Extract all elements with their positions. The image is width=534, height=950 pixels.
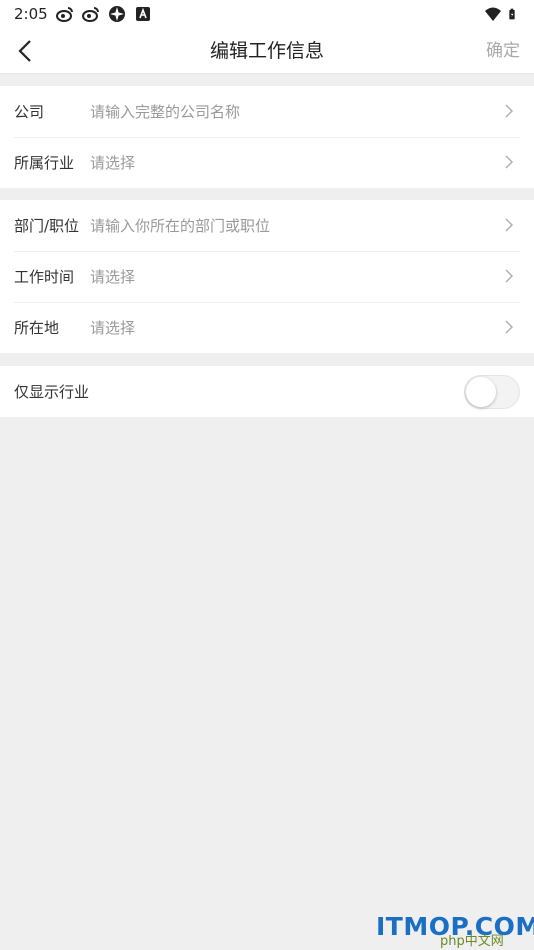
position-group: 部门/职位 请输入你所在的部门或职位 工作时间 请选择 所在地 请选择: [0, 200, 534, 353]
weibo-icon: [55, 7, 73, 22]
work-time-row[interactable]: 工作时间 请选择: [0, 251, 534, 302]
chevron-right-icon: [505, 218, 514, 232]
only-show-industry-row: 仅显示行业: [0, 366, 534, 417]
battery-icon: [509, 8, 515, 20]
chevron-right-icon: [505, 104, 514, 118]
department-row[interactable]: 部门/职位 请输入你所在的部门或职位: [0, 200, 534, 251]
chevron-right-icon: [505, 155, 514, 169]
department-label: 部门/职位: [14, 217, 80, 235]
status-bar: 2:05: [0, 0, 534, 28]
industry-row[interactable]: 所属行业 请选择: [0, 137, 534, 188]
only-show-industry-label: 仅显示行业: [14, 383, 90, 401]
work-time-select[interactable]: 请选择: [90, 266, 534, 287]
chevron-right-icon: [505, 269, 514, 283]
work-time-label: 工作时间: [14, 268, 75, 286]
pinwheel-icon: [108, 6, 125, 22]
company-row[interactable]: 公司 请输入完整的公司名称: [0, 86, 534, 137]
confirm-button[interactable]: 确定: [486, 28, 520, 74]
company-label: 公司: [14, 103, 45, 121]
status-icons: [55, 5, 152, 23]
chevron-right-icon: [505, 320, 514, 334]
location-select[interactable]: 请选择: [90, 317, 534, 338]
industry-label: 所属行业: [14, 154, 75, 172]
only-show-industry-toggle[interactable]: [464, 375, 520, 409]
a-icon: [135, 7, 150, 21]
nav-bar: 编辑工作信息 确定: [0, 28, 534, 74]
status-time: 2:05: [14, 5, 48, 23]
page-title: 编辑工作信息: [209, 40, 324, 62]
location-label: 所在地: [14, 319, 60, 337]
company-group: 公司 请输入完整的公司名称 所属行业 请选择: [0, 86, 534, 188]
status-right: [484, 5, 520, 23]
wifi-icon: [485, 7, 501, 21]
location-row[interactable]: 所在地 请选择: [0, 302, 534, 353]
toggle-knob: [466, 377, 496, 407]
industry-select[interactable]: 请选择: [90, 152, 534, 173]
department-input[interactable]: 请输入你所在的部门或职位: [90, 215, 534, 236]
privacy-group: 仅显示行业: [0, 366, 534, 417]
company-input[interactable]: 请输入完整的公司名称: [90, 101, 534, 122]
watermark-sub: php中文网: [440, 934, 504, 949]
weibo-icon: [81, 7, 99, 22]
